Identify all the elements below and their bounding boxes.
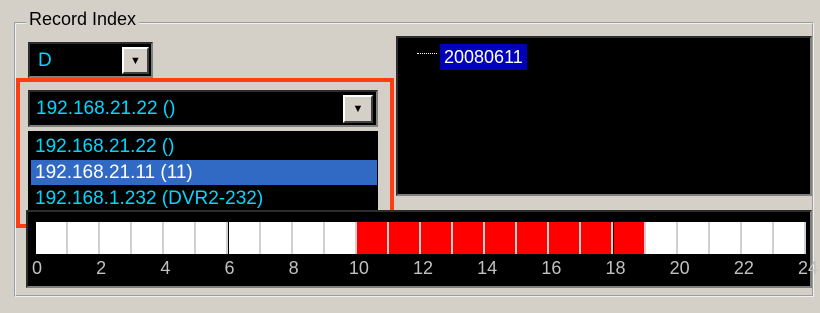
drive-select-value: D [38,50,52,71]
hour-cell-empty[interactable] [68,222,101,254]
chevron-down-icon: ▼ [352,103,364,115]
hour-cell-recorded[interactable] [581,222,614,254]
ip-dropdown-button[interactable]: ▼ [343,95,373,123]
hour-cell-recorded[interactable] [549,222,582,254]
hour-cell-empty[interactable] [292,222,325,254]
hour-cell-recorded[interactable] [356,222,389,254]
hour-cell-empty[interactable] [773,222,806,254]
record-index-panel: Record Index D ▼ 192.168.21.22 () ▼ 192.… [0,0,820,313]
tick-label: 16 [541,258,562,278]
timeline-hours [36,222,806,254]
tick-label: 24 [797,258,819,278]
hour-cell-empty[interactable] [645,222,678,254]
drive-select[interactable]: D ▼ [28,42,153,78]
ip-option[interactable]: 192.168.21.22 () [31,134,377,159]
tick-label: 18 [605,258,626,278]
hour-cell-empty[interactable] [132,222,165,254]
hour-cell-recorded[interactable] [485,222,518,254]
tick-label: 4 [160,258,171,278]
tree-connector [417,53,437,54]
hour-cell-empty[interactable] [324,222,357,254]
ip-option[interactable]: 192.168.1.232 (DVR2-232) [31,186,377,211]
tick-label: 0 [31,258,43,278]
tick-label: 10 [348,258,369,278]
ip-select-value: 192.168.21.22 () [36,98,176,119]
hour-cell-recorded[interactable] [453,222,486,254]
hour-cell-empty[interactable] [741,222,774,254]
tree-item-date[interactable]: 20080611 [440,44,527,70]
chevron-down-icon: ▼ [130,54,141,67]
hour-cell-recorded[interactable] [388,222,421,254]
group-title: Record Index [26,8,140,30]
ip-select[interactable]: 192.168.21.22 () ▼ [28,90,378,127]
ip-dropdown-list: 192.168.21.22 () 192.168.21.11 (11) 192.… [28,131,378,213]
hour-cell-empty[interactable] [228,222,261,254]
tick-label: 8 [288,258,299,278]
hour-cell-empty[interactable] [196,222,229,254]
hour-cell-empty[interactable] [677,222,710,254]
hour-cell-recorded[interactable] [421,222,454,254]
ip-option-selected[interactable]: 192.168.21.11 (11) [31,160,377,185]
timeline-bar[interactable]: 0 2 4 6 8 10 12 14 16 18 20 22 24 [26,210,818,288]
date-tree[interactable]: 20080611 [396,36,812,196]
hour-cell-empty[interactable] [709,222,742,254]
drive-dropdown-button[interactable]: ▼ [122,47,149,74]
hour-cell-empty[interactable] [36,222,69,254]
tick-label: 14 [477,258,498,278]
hour-cell-empty[interactable] [164,222,197,254]
hour-cell-recorded[interactable] [613,222,646,254]
hour-cell-empty[interactable] [260,222,293,254]
tick-label: 12 [412,258,434,278]
timeline-ticks: 0 2 4 6 8 10 12 14 16 18 20 22 24 [32,258,818,286]
hour-cell-empty[interactable] [100,222,133,254]
tick-label: 2 [96,258,107,278]
tick-label: 22 [733,258,754,278]
tick-label: 6 [224,258,235,278]
tick-label: 20 [669,258,690,278]
hour-cell-recorded[interactable] [517,222,550,254]
